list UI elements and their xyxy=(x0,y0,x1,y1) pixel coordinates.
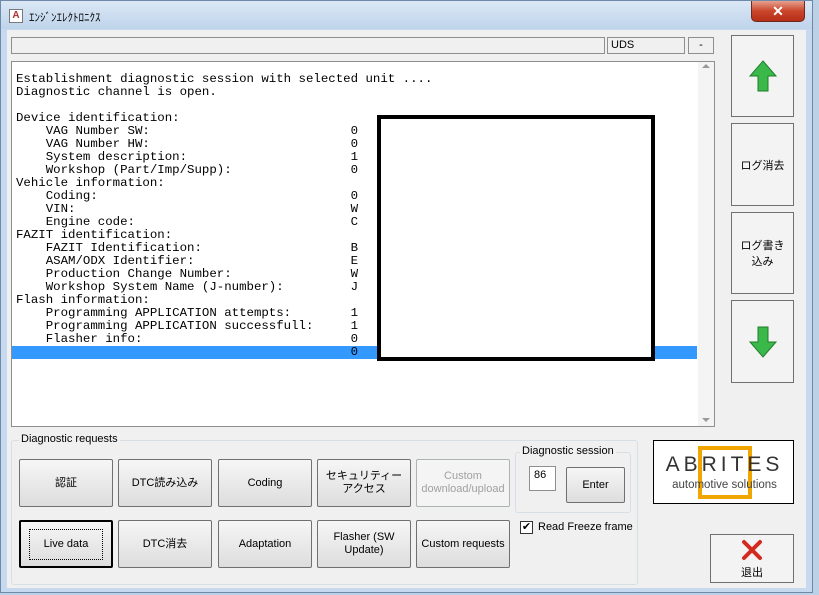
scroll-up-button[interactable] xyxy=(731,35,794,117)
clear-log-button[interactable]: ログ消去 xyxy=(731,123,794,206)
coding-label: Coding xyxy=(247,476,283,489)
close-window-button[interactable]: ✕ xyxy=(751,1,805,22)
logo-subtitle: automotive solutions xyxy=(672,479,777,491)
authentication-label: 認証 xyxy=(55,476,77,489)
scroll-down-icon[interactable] xyxy=(702,418,710,422)
enter-button[interactable]: Enter xyxy=(566,467,625,503)
diagnostic-requests-legend: Diagnostic requests xyxy=(19,433,120,445)
log-lines: Establishment diagnostic session with se… xyxy=(16,73,432,359)
title-bar[interactable]: A ｴﾝｼﾞﾝｴﾚｸﾄﾛﾆｸｽ ✕ xyxy=(1,1,812,29)
diagnostic-session-legend: Diagnostic session xyxy=(520,445,616,457)
flasher-button[interactable]: Flasher (SW Update) xyxy=(317,520,411,568)
security-access-button[interactable]: セキュリティーアクセス xyxy=(317,459,411,507)
log-line: Diagnostic channel is open. xyxy=(16,85,217,99)
write-log-button[interactable]: ログ書き込み xyxy=(731,212,794,294)
custom-requests-button[interactable]: Custom requests xyxy=(416,520,510,568)
session-value-input[interactable]: 86 xyxy=(529,466,556,491)
log-output[interactable]: Establishment diagnostic session with se… xyxy=(11,61,715,427)
live-data-label: Live data xyxy=(28,528,104,560)
custom-requests-label: Custom requests xyxy=(421,537,505,550)
down-arrow-icon xyxy=(748,326,777,358)
enter-label: Enter xyxy=(582,479,609,491)
read-freeze-frame-checkbox[interactable]: ✔ xyxy=(520,521,533,534)
live-data-button[interactable]: Live data xyxy=(19,520,113,568)
authentication-button[interactable]: 認証 xyxy=(19,459,113,507)
read-freeze-frame-label: Read Freeze frame xyxy=(538,521,633,533)
log-scrollbar[interactable] xyxy=(698,62,714,426)
exit-label: 退出 xyxy=(741,567,763,579)
protocol-field: UDS xyxy=(607,37,685,54)
up-arrow-icon xyxy=(748,60,777,92)
status-text-field xyxy=(11,37,605,54)
scroll-up-icon[interactable] xyxy=(702,64,710,68)
custom-download-upload-button[interactable]: Custom download/upload xyxy=(416,459,510,507)
write-log-label: ログ書き込み xyxy=(740,240,785,268)
read-dtc-label: DTC読み込み xyxy=(131,476,199,489)
read-dtc-button[interactable]: DTC読み込み xyxy=(118,459,212,507)
indicator-field: - xyxy=(688,37,714,54)
app-icon: A xyxy=(9,9,23,23)
exit-button[interactable]: 退出 xyxy=(710,534,794,583)
log-line: 0 xyxy=(16,345,359,359)
adaptation-label: Adaptation xyxy=(238,537,292,550)
custom-download-upload-label: Custom download/upload xyxy=(421,470,505,495)
security-access-label: セキュリティーアクセス xyxy=(325,470,403,495)
redaction-box xyxy=(377,115,655,361)
clear-dtc-label: DTC消去 xyxy=(142,537,188,550)
flasher-label: Flasher (SW Update) xyxy=(333,531,395,556)
adaptation-button[interactable]: Adaptation xyxy=(218,520,312,568)
logo-word: ABRITES xyxy=(665,453,784,476)
window-title: ｴﾝｼﾞﾝｴﾚｸﾄﾛﾆｸｽ xyxy=(29,12,101,24)
close-x-icon xyxy=(742,540,762,560)
clear-log-label: ログ消去 xyxy=(740,159,785,172)
abrites-logo: ABRITES automotive solutions xyxy=(653,440,794,504)
clear-dtc-button[interactable]: DTC消去 xyxy=(118,520,212,568)
scroll-down-button[interactable] xyxy=(731,300,794,383)
coding-button[interactable]: Coding xyxy=(218,459,312,507)
